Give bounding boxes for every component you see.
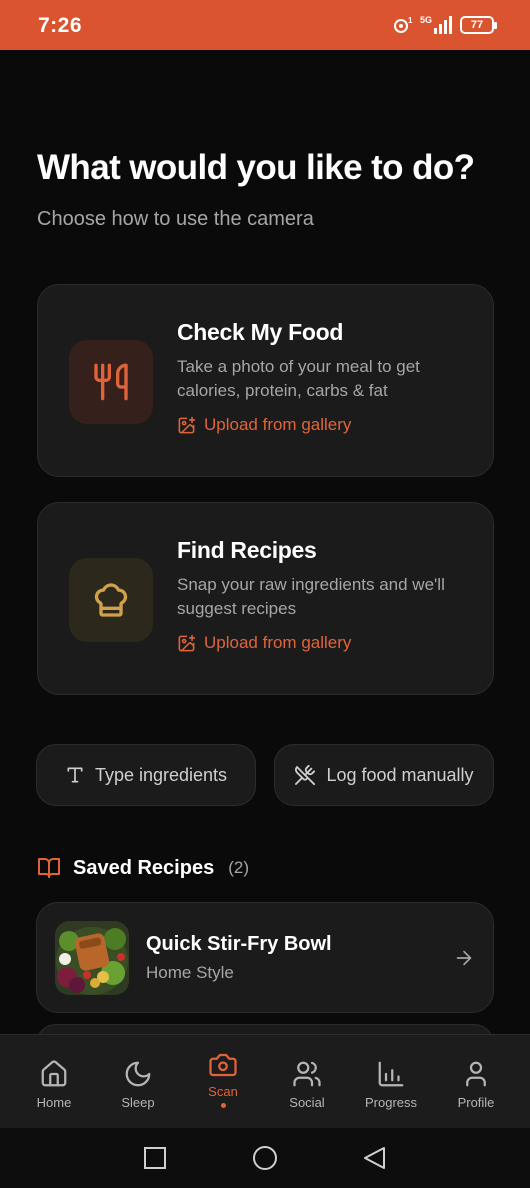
svg-text:1: 1 [408, 16, 413, 25]
nav-item-home[interactable]: Home [12, 1035, 96, 1129]
nav-item-scan[interactable]: Scan [181, 1035, 265, 1129]
battery-level: 77 [470, 19, 484, 31]
card-icon-container [69, 340, 153, 424]
image-plus-icon [178, 416, 196, 433]
recent-apps-icon[interactable] [143, 1146, 167, 1170]
utensils-crossed-icon [295, 764, 316, 786]
log-food-manually-button[interactable]: Log food manually [274, 744, 494, 806]
arrow-right-icon [456, 950, 472, 966]
nav-label: Sleep [121, 1095, 155, 1110]
chef-hat-icon [94, 583, 128, 617]
type-ingredients-button[interactable]: Type ingredients [36, 744, 256, 806]
upload-from-gallery-link[interactable]: Upload from gallery [177, 633, 351, 653]
bottom-navigation: Home Sleep Scan Social Progress Profile [0, 1034, 530, 1128]
page-subtitle: Choose how to use the camera [37, 208, 314, 230]
saved-recipe-card[interactable]: Quick Stir-Fry Bowl Home Style [36, 902, 494, 1013]
recipe-subtitle: Home Style [146, 963, 234, 982]
book-open-icon [38, 858, 60, 878]
active-indicator-dot [220, 1103, 226, 1108]
recipe-name: Quick Stir-Fry Bowl [146, 933, 332, 955]
card-description: Snap your raw ingredients and we'll sugg… [177, 575, 445, 618]
recipe-thumbnail [55, 921, 129, 995]
saved-recipes-title: Saved Recipes [73, 856, 215, 879]
find-recipes-card[interactable]: Find Recipes Snap your raw ingredients a… [37, 502, 494, 695]
status-bar: 7:26 1 5G 77 [0, 0, 530, 50]
status-icons: 1 5G 77 [392, 14, 497, 36]
home-circle-icon[interactable] [252, 1146, 278, 1172]
camera-icon [209, 1053, 237, 1077]
nav-item-social[interactable]: Social [265, 1035, 349, 1129]
bar-chart-icon [378, 1061, 404, 1087]
nav-label: Progress [364, 1095, 418, 1110]
users-icon [293, 1061, 321, 1087]
card-title: Check My Food [177, 319, 344, 345]
nav-label: Social [289, 1095, 325, 1110]
nav-label: Home [36, 1095, 72, 1110]
upload-link-label: Upload from gallery [204, 633, 352, 652]
svg-text:5G: 5G [420, 15, 432, 25]
utensils-icon [94, 363, 128, 401]
nav-item-profile[interactable]: Profile [434, 1035, 518, 1129]
page-title: What would you like to do? [37, 148, 475, 187]
pill-label: Log food manually [326, 764, 474, 785]
nav-item-sleep[interactable]: Sleep [96, 1035, 180, 1129]
back-triangle-icon[interactable] [362, 1146, 388, 1172]
card-icon-container [69, 558, 153, 642]
nav-label: Scan [208, 1084, 238, 1099]
check-my-food-card[interactable]: Check My Food Take a photo of your meal … [37, 284, 494, 477]
upload-from-gallery-link[interactable]: Upload from gallery [177, 415, 351, 435]
status-time: 7:26 [38, 14, 83, 37]
hotspot-icon: 1 [394, 16, 413, 33]
image-plus-icon [178, 634, 196, 651]
card-description: Take a photo of your meal to get calorie… [177, 357, 420, 400]
saved-recipes-count: (2) [228, 858, 249, 877]
user-icon [466, 1061, 486, 1087]
signal-icon: 5G [420, 15, 452, 34]
pill-label: Type ingredients [94, 764, 228, 785]
home-icon [41, 1060, 67, 1087]
nav-label: Profile [457, 1095, 495, 1110]
moon-icon [125, 1061, 151, 1087]
text-icon [67, 767, 83, 783]
system-navigation-bar [0, 1128, 530, 1188]
card-title: Find Recipes [177, 537, 317, 563]
upload-link-label: Upload from gallery [204, 415, 352, 434]
battery-icon: 77 [460, 16, 497, 34]
saved-recipes-header: Saved Recipes (2) [37, 856, 249, 880]
nav-item-progress[interactable]: Progress [349, 1035, 433, 1129]
